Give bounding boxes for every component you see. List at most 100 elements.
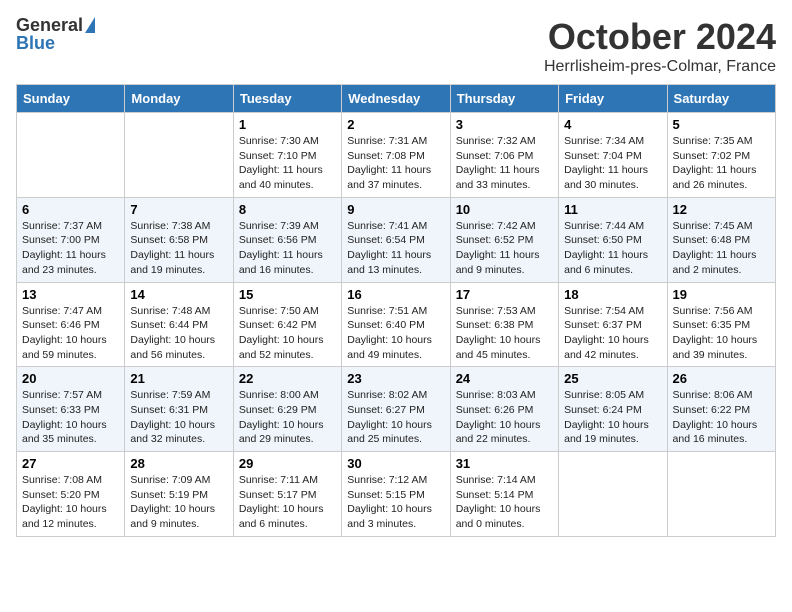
calendar-cell <box>17 113 125 198</box>
calendar-cell: 27 Sunrise: 7:08 AMSunset: 5:20 PMDaylig… <box>17 452 125 537</box>
logo-triangle-icon <box>85 17 95 33</box>
day-number: 25 <box>564 371 661 386</box>
calendar-cell: 9 Sunrise: 7:41 AMSunset: 6:54 PMDayligh… <box>342 197 450 282</box>
header-saturday: Saturday <box>667 85 775 113</box>
logo: General Blue <box>16 16 95 52</box>
day-info: Sunrise: 7:50 AMSunset: 6:42 PMDaylight:… <box>239 305 324 361</box>
day-info: Sunrise: 7:39 AMSunset: 6:56 PMDaylight:… <box>239 220 323 276</box>
day-info: Sunrise: 7:12 AMSunset: 5:15 PMDaylight:… <box>347 474 432 530</box>
day-info: Sunrise: 8:06 AMSunset: 6:22 PMDaylight:… <box>673 389 758 445</box>
day-number: 4 <box>564 117 661 132</box>
day-info: Sunrise: 7:35 AMSunset: 7:02 PMDaylight:… <box>673 135 757 191</box>
day-info: Sunrise: 7:48 AMSunset: 6:44 PMDaylight:… <box>130 305 215 361</box>
day-info: Sunrise: 7:44 AMSunset: 6:50 PMDaylight:… <box>564 220 648 276</box>
calendar-cell: 26 Sunrise: 8:06 AMSunset: 6:22 PMDaylig… <box>667 367 775 452</box>
day-info: Sunrise: 7:57 AMSunset: 6:33 PMDaylight:… <box>22 389 107 445</box>
day-info: Sunrise: 7:53 AMSunset: 6:38 PMDaylight:… <box>456 305 541 361</box>
day-number: 27 <box>22 456 119 471</box>
day-info: Sunrise: 7:54 AMSunset: 6:37 PMDaylight:… <box>564 305 649 361</box>
day-number: 23 <box>347 371 444 386</box>
day-number: 7 <box>130 202 227 217</box>
day-info: Sunrise: 7:37 AMSunset: 7:00 PMDaylight:… <box>22 220 106 276</box>
day-info: Sunrise: 7:56 AMSunset: 6:35 PMDaylight:… <box>673 305 758 361</box>
calendar-table: Sunday Monday Tuesday Wednesday Thursday… <box>16 84 776 537</box>
calendar-cell: 21 Sunrise: 7:59 AMSunset: 6:31 PMDaylig… <box>125 367 233 452</box>
day-number: 8 <box>239 202 336 217</box>
header-friday: Friday <box>559 85 667 113</box>
logo-blue: Blue <box>16 34 55 52</box>
day-number: 30 <box>347 456 444 471</box>
header-tuesday: Tuesday <box>233 85 341 113</box>
calendar-cell: 29 Sunrise: 7:11 AMSunset: 5:17 PMDaylig… <box>233 452 341 537</box>
day-info: Sunrise: 8:03 AMSunset: 6:26 PMDaylight:… <box>456 389 541 445</box>
location: Herrlisheim-pres-Colmar, France <box>544 58 776 76</box>
day-info: Sunrise: 7:32 AMSunset: 7:06 PMDaylight:… <box>456 135 540 191</box>
calendar-cell: 17 Sunrise: 7:53 AMSunset: 6:38 PMDaylig… <box>450 282 558 367</box>
calendar-cell <box>667 452 775 537</box>
calendar-week-4: 20 Sunrise: 7:57 AMSunset: 6:33 PMDaylig… <box>17 367 776 452</box>
day-number: 21 <box>130 371 227 386</box>
day-info: Sunrise: 7:45 AMSunset: 6:48 PMDaylight:… <box>673 220 757 276</box>
day-number: 19 <box>673 287 770 302</box>
calendar-cell: 12 Sunrise: 7:45 AMSunset: 6:48 PMDaylig… <box>667 197 775 282</box>
day-info: Sunrise: 7:09 AMSunset: 5:19 PMDaylight:… <box>130 474 215 530</box>
header-wednesday: Wednesday <box>342 85 450 113</box>
header-row: Sunday Monday Tuesday Wednesday Thursday… <box>17 85 776 113</box>
calendar-week-3: 13 Sunrise: 7:47 AMSunset: 6:46 PMDaylig… <box>17 282 776 367</box>
day-number: 14 <box>130 287 227 302</box>
day-number: 29 <box>239 456 336 471</box>
title-block: October 2024 Herrlisheim-pres-Colmar, Fr… <box>544 16 776 76</box>
logo-general: General <box>16 16 83 34</box>
calendar-cell: 6 Sunrise: 7:37 AMSunset: 7:00 PMDayligh… <box>17 197 125 282</box>
day-number: 2 <box>347 117 444 132</box>
calendar-cell: 14 Sunrise: 7:48 AMSunset: 6:44 PMDaylig… <box>125 282 233 367</box>
page-header: General Blue October 2024 Herrlisheim-pr… <box>16 16 776 76</box>
day-number: 3 <box>456 117 553 132</box>
calendar-cell: 20 Sunrise: 7:57 AMSunset: 6:33 PMDaylig… <box>17 367 125 452</box>
calendar-cell: 5 Sunrise: 7:35 AMSunset: 7:02 PMDayligh… <box>667 113 775 198</box>
calendar-cell: 13 Sunrise: 7:47 AMSunset: 6:46 PMDaylig… <box>17 282 125 367</box>
calendar-week-2: 6 Sunrise: 7:37 AMSunset: 7:00 PMDayligh… <box>17 197 776 282</box>
day-number: 15 <box>239 287 336 302</box>
calendar-cell: 16 Sunrise: 7:51 AMSunset: 6:40 PMDaylig… <box>342 282 450 367</box>
calendar-cell: 10 Sunrise: 7:42 AMSunset: 6:52 PMDaylig… <box>450 197 558 282</box>
calendar-cell: 8 Sunrise: 7:39 AMSunset: 6:56 PMDayligh… <box>233 197 341 282</box>
day-info: Sunrise: 7:34 AMSunset: 7:04 PMDaylight:… <box>564 135 648 191</box>
header-thursday: Thursday <box>450 85 558 113</box>
calendar-cell: 25 Sunrise: 8:05 AMSunset: 6:24 PMDaylig… <box>559 367 667 452</box>
calendar-cell: 31 Sunrise: 7:14 AMSunset: 5:14 PMDaylig… <box>450 452 558 537</box>
day-info: Sunrise: 7:30 AMSunset: 7:10 PMDaylight:… <box>239 135 323 191</box>
calendar-cell <box>125 113 233 198</box>
day-number: 20 <box>22 371 119 386</box>
day-info: Sunrise: 7:14 AMSunset: 5:14 PMDaylight:… <box>456 474 541 530</box>
day-number: 17 <box>456 287 553 302</box>
calendar-cell: 4 Sunrise: 7:34 AMSunset: 7:04 PMDayligh… <box>559 113 667 198</box>
calendar-cell: 11 Sunrise: 7:44 AMSunset: 6:50 PMDaylig… <box>559 197 667 282</box>
day-number: 10 <box>456 202 553 217</box>
day-number: 1 <box>239 117 336 132</box>
day-info: Sunrise: 7:38 AMSunset: 6:58 PMDaylight:… <box>130 220 214 276</box>
calendar-cell: 30 Sunrise: 7:12 AMSunset: 5:15 PMDaylig… <box>342 452 450 537</box>
day-info: Sunrise: 7:41 AMSunset: 6:54 PMDaylight:… <box>347 220 431 276</box>
calendar-cell: 22 Sunrise: 8:00 AMSunset: 6:29 PMDaylig… <box>233 367 341 452</box>
day-number: 12 <box>673 202 770 217</box>
day-info: Sunrise: 8:00 AMSunset: 6:29 PMDaylight:… <box>239 389 324 445</box>
day-info: Sunrise: 7:47 AMSunset: 6:46 PMDaylight:… <box>22 305 107 361</box>
day-info: Sunrise: 8:02 AMSunset: 6:27 PMDaylight:… <box>347 389 432 445</box>
calendar-cell <box>559 452 667 537</box>
calendar-week-5: 27 Sunrise: 7:08 AMSunset: 5:20 PMDaylig… <box>17 452 776 537</box>
day-number: 6 <box>22 202 119 217</box>
day-number: 5 <box>673 117 770 132</box>
day-info: Sunrise: 7:42 AMSunset: 6:52 PMDaylight:… <box>456 220 540 276</box>
calendar-week-1: 1 Sunrise: 7:30 AMSunset: 7:10 PMDayligh… <box>17 113 776 198</box>
calendar-cell: 24 Sunrise: 8:03 AMSunset: 6:26 PMDaylig… <box>450 367 558 452</box>
day-info: Sunrise: 7:08 AMSunset: 5:20 PMDaylight:… <box>22 474 107 530</box>
calendar-cell: 18 Sunrise: 7:54 AMSunset: 6:37 PMDaylig… <box>559 282 667 367</box>
day-number: 16 <box>347 287 444 302</box>
calendar-cell: 2 Sunrise: 7:31 AMSunset: 7:08 PMDayligh… <box>342 113 450 198</box>
day-number: 11 <box>564 202 661 217</box>
day-number: 13 <box>22 287 119 302</box>
day-number: 31 <box>456 456 553 471</box>
day-info: Sunrise: 7:59 AMSunset: 6:31 PMDaylight:… <box>130 389 215 445</box>
header-monday: Monday <box>125 85 233 113</box>
